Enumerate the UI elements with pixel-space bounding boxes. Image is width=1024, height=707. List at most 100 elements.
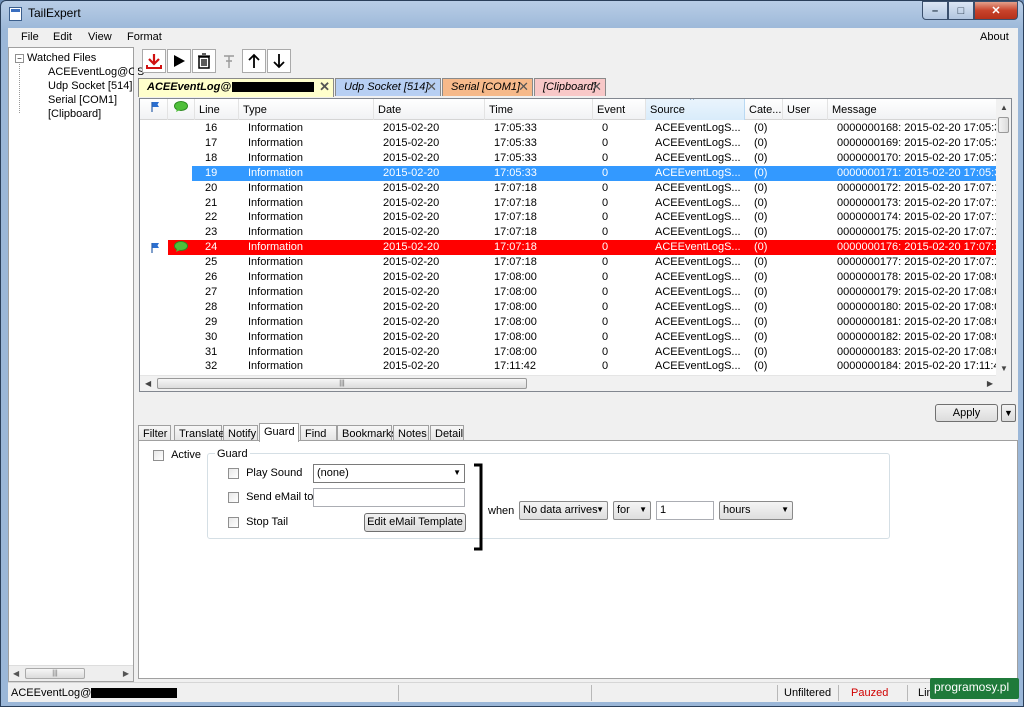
col-category[interactable]: Cate... [745, 99, 783, 120]
table-row[interactable]: 18 Information 2015-02-20 17:05:33 0 ACEEvent… [140, 151, 1002, 166]
tab-filter[interactable]: Filter [138, 425, 171, 441]
tab-udp-socket[interactable]: Udp Socket [514] ✕ [335, 78, 441, 96]
table-row[interactable]: 27 Information 2015-02-20 17:08:00 0 ACEEvent… [140, 285, 1002, 300]
table-row[interactable]: 17 Information 2015-02-20 17:05:33 0 ACEEvent… [140, 136, 1002, 151]
tab-translate[interactable]: Translate [174, 425, 224, 441]
tab-aceeventlog[interactable]: ACEEventLog@ ✕ [138, 78, 334, 97]
scroll-down-icon[interactable]: ▼ [1000, 364, 1008, 373]
close-tab-icon[interactable]: ✕ [426, 79, 437, 95]
condition-select[interactable]: No data arrives ▼ [519, 501, 608, 520]
table-row[interactable]: 30 Information 2015-02-20 17:08:00 0 ACEEvent… [140, 330, 1002, 345]
tree-item-udp-socket[interactable]: Udp Socket [514] [48, 80, 132, 92]
scroll-right-icon[interactable]: ▶ [987, 379, 993, 388]
close-tab-icon[interactable]: ✕ [591, 79, 602, 95]
table-row[interactable]: 16 Information 2015-02-20 17:05:33 0 ACEEvent… [140, 121, 1002, 136]
minimize-button[interactable]: – [922, 1, 948, 20]
edit-email-template-button[interactable]: Edit eMail Template [364, 513, 466, 532]
table-row[interactable]: 24 Information 2015-02-20 17:07:18 0 ACEEvent… [140, 240, 1002, 256]
log-grid[interactable]: Line Type Date Time Event ^ Source Cate.… [139, 98, 1012, 392]
col-event[interactable]: Event [593, 99, 646, 120]
grid-horizontal-scrollbar[interactable]: ◀ ||| ▶ [140, 375, 998, 391]
col-time[interactable]: Time [485, 99, 593, 120]
table-row[interactable]: 19 Information 2015-02-20 17:05:33 0 ACEEvent… [140, 165, 1002, 181]
table-row[interactable]: 31 Information 2015-02-20 17:08:00 0 ACEEvent… [140, 345, 1002, 360]
maximize-button[interactable]: □ [948, 1, 974, 20]
tree-root[interactable]: − Watched Files [15, 52, 96, 64]
col-bookmark[interactable] [140, 99, 168, 120]
active-checkbox[interactable] [153, 449, 164, 461]
tab-guard[interactable]: Guard [259, 423, 299, 442]
table-row[interactable]: 29 Information 2015-02-20 17:08:00 0 ACEEvent… [140, 315, 1002, 330]
tree-item-aceeventlog[interactable]: ACEEventLog@OS [48, 66, 144, 78]
table-row[interactable]: 20 Information 2015-02-20 17:07:18 0 ACEEvent… [140, 181, 1002, 196]
col-type[interactable]: Type [239, 99, 374, 120]
tab-notify[interactable]: Notify [223, 425, 258, 441]
scroll-right-icon[interactable]: ▶ [123, 669, 129, 678]
table-row[interactable]: 21 Information 2015-02-20 17:07:18 0 ACEEvent… [140, 196, 1002, 211]
col-date[interactable]: Date [374, 99, 485, 120]
tab-bookmarks[interactable]: Bookmarks [337, 425, 397, 441]
col-note[interactable] [168, 99, 195, 120]
bookmark-flag-icon[interactable] [151, 242, 161, 254]
col-message[interactable]: Message [828, 99, 998, 120]
close-tab-icon[interactable]: ✕ [518, 79, 529, 95]
menu-about[interactable]: About [980, 31, 1009, 43]
filter-tool-button[interactable] [217, 49, 241, 73]
clear-button[interactable] [192, 49, 216, 73]
apply-button[interactable]: Apply [935, 404, 998, 422]
close-tab-icon[interactable]: ✕ [319, 79, 330, 95]
apply-dropdown-button[interactable]: ▼ [1001, 404, 1016, 422]
stop-tail-option[interactable]: Stop Tail [228, 516, 288, 528]
scroll-thumb[interactable]: ||| [25, 668, 85, 679]
active-option[interactable]: Active [153, 449, 201, 461]
menu-view[interactable]: View [88, 31, 112, 43]
tree-item-clipboard[interactable]: [Clipboard] [48, 108, 101, 120]
cell-date: 2015-02-20 [383, 345, 440, 358]
scroll-up-button[interactable] [242, 49, 266, 73]
table-row[interactable]: 22 Information 2015-02-20 17:07:18 0 ACEEvent… [140, 210, 1002, 225]
table-row[interactable]: 28 Information 2015-02-20 17:08:00 0 ACEEvent… [140, 300, 1002, 315]
scroll-left-icon[interactable]: ◀ [13, 669, 19, 678]
tab-detail[interactable]: Detail [430, 425, 464, 441]
note-bubble-icon[interactable] [174, 241, 188, 253]
scroll-up-icon[interactable]: ▲ [1000, 103, 1008, 112]
tab-serial[interactable]: Serial [COM1] ✕ [442, 78, 533, 96]
email-field[interactable] [313, 488, 465, 507]
table-row[interactable]: 25 Information 2015-02-20 17:07:18 0 ACEEvent… [140, 255, 1002, 270]
play-sound-option[interactable]: Play Sound [228, 467, 302, 479]
cell-event: 0 [602, 166, 609, 179]
play-sound-checkbox[interactable] [228, 467, 239, 479]
menu-edit[interactable]: Edit [53, 31, 72, 43]
tree-item-serial[interactable]: Serial [COM1] [48, 94, 117, 106]
tab-find[interactable]: Find [300, 425, 337, 441]
stop-tail-checkbox[interactable] [228, 516, 239, 528]
table-row[interactable]: 23 Information 2015-02-20 17:07:18 0 ACEEvent… [140, 225, 1002, 240]
table-row[interactable]: 32 Information 2015-02-20 17:11:42 0 ACEEvent… [140, 359, 1002, 374]
tab-notes[interactable]: Notes [393, 425, 429, 441]
col-line[interactable]: Line [195, 99, 239, 120]
send-email-option[interactable]: Send eMail to [228, 491, 313, 503]
close-button[interactable]: ✕ [974, 1, 1018, 20]
tab-clipboard[interactable]: [Clipboard] ✕ [534, 78, 606, 96]
scroll-down-button[interactable] [267, 49, 291, 73]
play-button[interactable] [167, 49, 191, 73]
title-bar[interactable]: TailExpert – □ ✕ [1, 1, 1023, 27]
vscroll-thumb[interactable] [998, 117, 1009, 133]
col-source[interactable]: ^ Source [646, 99, 745, 120]
cell-source: ACEEventLogS... [655, 211, 741, 224]
collapse-icon[interactable]: − [15, 53, 24, 63]
sound-select[interactable]: (none) ▼ [313, 464, 465, 483]
duration-field[interactable]: 1 [656, 501, 714, 520]
menu-file[interactable]: File [21, 31, 39, 43]
for-select[interactable]: for ▼ [613, 501, 651, 520]
scroll-left-icon[interactable]: ◀ [145, 379, 151, 388]
tree-horizontal-scrollbar[interactable]: ◀ ||| ▶ [9, 665, 133, 681]
grid-vertical-scrollbar[interactable]: ▲ ▼ [996, 99, 1011, 377]
menu-format[interactable]: Format [127, 31, 162, 43]
send-email-checkbox[interactable] [228, 491, 239, 503]
hscroll-thumb[interactable]: ||| [157, 378, 527, 389]
tail-to-end-button[interactable] [142, 49, 166, 73]
unit-select[interactable]: hours ▼ [719, 501, 793, 520]
col-user[interactable]: User [783, 99, 828, 120]
table-row[interactable]: 26 Information 2015-02-20 17:08:00 0 ACEEvent… [140, 270, 1002, 285]
